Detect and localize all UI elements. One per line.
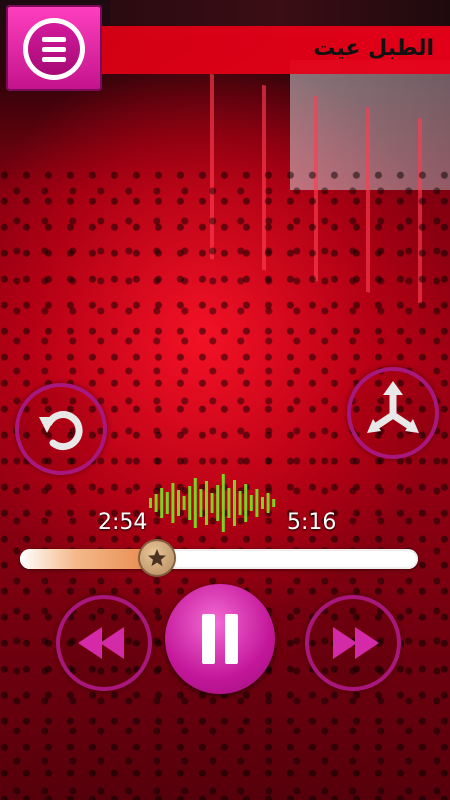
waveform-bar [210, 493, 214, 513]
audio-waveform [149, 474, 276, 532]
waveform-bar [154, 494, 158, 512]
waveform-bar [205, 481, 208, 525]
repeat-icon [39, 411, 83, 451]
menu-icon [23, 18, 85, 80]
next-button[interactable] [305, 595, 401, 691]
repeat-button[interactable] [15, 383, 107, 475]
next-icon [333, 627, 379, 659]
waveform-bar [221, 474, 225, 532]
star-icon [148, 549, 167, 567]
waveform-bar [249, 495, 253, 511]
waveform-bar [238, 491, 242, 515]
waveform-bar [177, 490, 180, 516]
elapsed-time: 2:54 [98, 510, 148, 535]
previous-button[interactable] [56, 595, 152, 691]
waveform-bar [165, 492, 169, 514]
waveform-bar [261, 497, 264, 509]
waveform-bar [233, 480, 236, 526]
seek-progress [20, 549, 158, 569]
waveform-bar [244, 484, 248, 522]
waveform-bar [272, 499, 276, 507]
waveform-bar [227, 488, 231, 518]
shuffle-icon [367, 381, 419, 433]
waveform-bar [160, 488, 164, 518]
waveform-bar [188, 486, 192, 520]
previous-icon [78, 627, 124, 659]
menu-button[interactable] [6, 5, 102, 91]
waveform-bar [149, 498, 152, 508]
title-bar: الطبل عيت [100, 26, 450, 74]
waveform-bar [266, 493, 270, 513]
waveform-bar [193, 478, 197, 528]
waveform-bar [216, 485, 220, 521]
waveform-bar [199, 489, 203, 517]
shuffle-button[interactable] [347, 367, 439, 459]
waveform-bar [182, 496, 186, 510]
waveform-bar [255, 489, 259, 517]
track-title: الطبل عيت [313, 36, 434, 61]
seek-bar[interactable] [20, 541, 418, 575]
total-duration: 5:16 [287, 510, 337, 535]
pause-button[interactable] [165, 584, 275, 694]
waveform-bar [171, 483, 175, 523]
